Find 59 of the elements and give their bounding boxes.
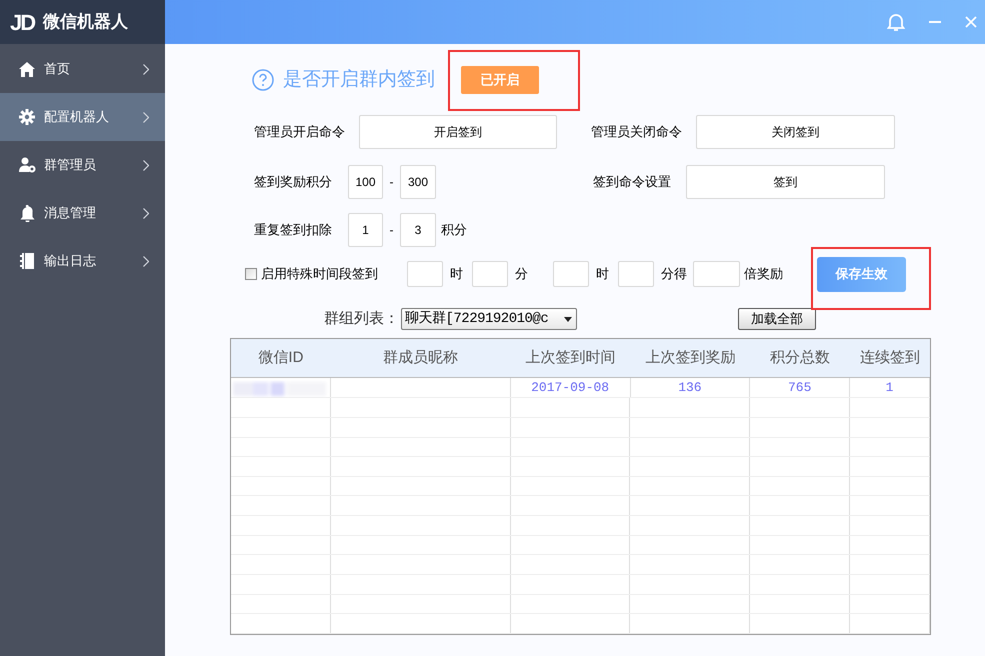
input-field[interactable] <box>407 261 443 287</box>
field-label: 管理员开启命令 <box>253 123 345 142</box>
input-field[interactable]: 关闭签到 <box>696 115 895 149</box>
input-field[interactable] <box>472 261 508 287</box>
help-icon[interactable] <box>252 69 274 91</box>
chevron-right-icon <box>143 256 149 266</box>
input-field[interactable] <box>693 261 740 287</box>
column-header[interactable]: 群成员昵称 <box>330 339 511 378</box>
user-gear-icon <box>18 157 36 173</box>
chevron-right-icon <box>143 208 149 218</box>
input-field[interactable] <box>553 261 589 287</box>
input-field[interactable]: 1 <box>348 213 383 247</box>
table-cell: 1 <box>850 378 930 398</box>
field-label: 群组列表： <box>324 308 399 329</box>
column-header[interactable]: 上次签到时间 <box>510 339 630 378</box>
column-header[interactable]: 微信ID <box>231 339 331 378</box>
sidebar-item[interactable]: 配置机器人 <box>0 93 165 141</box>
unit-label: 倍奖励 <box>744 265 783 284</box>
app-logo: JD <box>10 8 34 36</box>
input-field[interactable]: 签到 <box>686 165 885 199</box>
range-separator: - <box>388 222 394 239</box>
unit-label: 分 <box>515 265 528 284</box>
notebook-icon <box>20 253 34 269</box>
unit-label: 时 <box>596 265 609 284</box>
input-field[interactable]: 开启签到 <box>359 115 557 149</box>
column-header[interactable]: 上次签到奖励 <box>630 339 750 378</box>
unit-label: 积分 <box>441 221 467 240</box>
input-field[interactable]: 300 <box>400 165 436 199</box>
checkbox-label: 启用特殊时间段签到 <box>261 265 379 284</box>
unit-label: 时 <box>450 265 463 284</box>
home-icon <box>19 62 35 76</box>
column-header[interactable]: 积分总数 <box>750 339 850 378</box>
table-cell: 136 <box>630 378 750 398</box>
column-header[interactable]: 连续签到 <box>850 339 930 378</box>
checkbox[interactable] <box>245 268 257 280</box>
load-all-button[interactable]: 加载全部 <box>738 308 816 330</box>
chevron-right-icon <box>143 112 149 122</box>
table-cell: 2017-09-08 <box>510 378 630 398</box>
close-icon[interactable] <box>965 16 977 28</box>
field-label: 管理员关闭命令 <box>590 123 682 142</box>
unit-label: 分得 <box>661 265 687 284</box>
app-title: 微信机器人 <box>43 11 128 34</box>
bell-icon[interactable] <box>887 12 905 32</box>
settings-icon <box>19 109 35 125</box>
bell-icon <box>20 204 34 222</box>
range-separator: - <box>388 174 394 191</box>
minimize-icon[interactable] <box>929 21 941 23</box>
group-dropdown[interactable]: 聊天群[7229192010@c <box>401 308 577 330</box>
input-field[interactable]: 3 <box>400 213 436 247</box>
field-label: 签到命令设置 <box>592 173 671 192</box>
section-title: 是否开启群内签到 <box>283 68 435 92</box>
chevron-right-icon <box>143 160 149 170</box>
field-label: 重复签到扣除 <box>253 221 332 240</box>
input-field[interactable] <box>618 261 654 287</box>
input-field[interactable]: 100 <box>348 165 383 199</box>
dropdown-arrow-icon <box>564 316 572 322</box>
table-cell: 765 <box>750 378 850 398</box>
field-label: 签到奖励积分 <box>253 173 332 192</box>
chevron-right-icon <box>143 64 149 74</box>
